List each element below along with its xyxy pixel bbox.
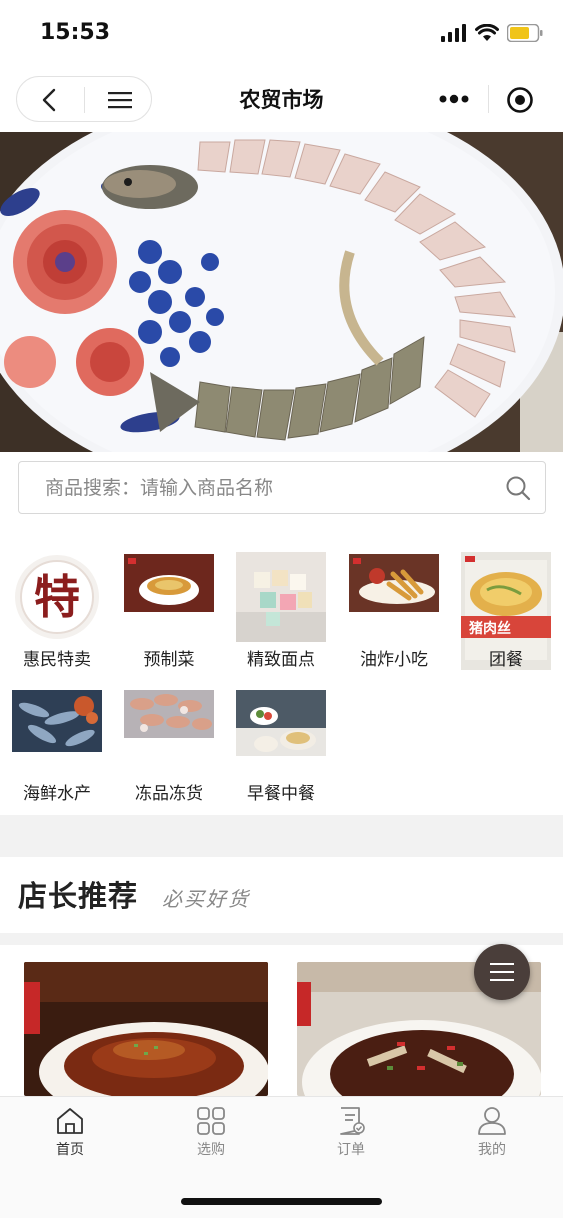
tab-shop[interactable]: 选购 [161, 1105, 261, 1159]
category-thumb [124, 552, 214, 642]
category-thumb [12, 688, 102, 778]
recommend-section-header: 店长推荐 必买好货 [0, 857, 563, 933]
category-label: 惠民特卖 [23, 650, 91, 670]
special-badge: 特 [34, 570, 80, 624]
home-icon [57, 1108, 83, 1134]
page-title: 农贸市场 [239, 88, 324, 112]
search-input[interactable] [19, 462, 489, 513]
more-icon[interactable] [436, 88, 472, 110]
category-label: 油炸小吃 [360, 650, 428, 670]
tab-label: 我的 [478, 1142, 506, 1158]
banner-illustration [0, 132, 563, 452]
status-icons [441, 24, 543, 42]
category-jingzhi-miandian[interactable]: 精致面点 [236, 552, 326, 670]
category-dongpin-donghuo[interactable]: 冻品冻货 [124, 688, 214, 804]
category-youzha-xiaochi[interactable]: 油炸小吃 [349, 552, 439, 670]
category-haixian-shuichan[interactable]: 海鲜水产 [12, 688, 102, 804]
section-divider-bottom [0, 933, 563, 945]
floating-menu-button[interactable] [474, 944, 530, 1000]
tab-orders[interactable]: 订单 [301, 1105, 401, 1159]
category-label: 精致面点 [247, 650, 315, 670]
category-label: 早餐中餐 [247, 784, 315, 804]
category-label: 团餐 [489, 650, 523, 670]
grid-icon [197, 1107, 225, 1135]
banner-image[interactable] [0, 132, 563, 452]
battery-icon [507, 24, 543, 42]
tab-label: 首页 [56, 1142, 84, 1158]
product-card-1[interactable] [24, 962, 268, 1096]
tab-home[interactable]: 首页 [20, 1105, 120, 1159]
search-bar[interactable] [18, 461, 546, 514]
category-label: 海鲜水产 [23, 784, 91, 804]
category-yuzhicai[interactable]: 预制菜 [124, 552, 214, 670]
order-icon [340, 1107, 365, 1135]
nav-bar: 农贸市场 [0, 68, 563, 130]
category-huimin-temai[interactable]: 特 惠民特卖 [12, 552, 102, 670]
product-pack-text: 猪肉丝 [468, 620, 511, 637]
status-bar: 15:53 [0, 0, 563, 68]
category-zaocan-zhongcan[interactable]: 早餐中餐 [236, 688, 326, 804]
close-miniprogram-icon[interactable] [505, 85, 535, 115]
floating-menu-line [490, 971, 514, 973]
category-thumb: 特 [12, 552, 102, 642]
tab-mine[interactable]: 我的 [442, 1105, 542, 1159]
section-divider [0, 815, 563, 857]
category-thumb [124, 688, 214, 778]
wifi-icon [475, 24, 499, 41]
section-subtitle: 必买好货 [162, 887, 250, 911]
category-label: 冻品冻货 [135, 784, 203, 804]
tab-label: 选购 [197, 1142, 225, 1158]
category-thumb [236, 688, 326, 778]
section-title: 店长推荐 [18, 879, 139, 913]
category-thumb [349, 552, 439, 642]
home-indicator [181, 1198, 382, 1205]
search-icon[interactable] [505, 475, 531, 501]
category-tuancan[interactable]: 猪肉丝 团餐 [461, 552, 551, 670]
category-label: 预制菜 [143, 650, 195, 670]
user-icon [478, 1107, 506, 1135]
nav-separator [488, 85, 489, 113]
floating-menu-line [490, 963, 514, 965]
status-time: 15:53 [40, 20, 111, 45]
floating-menu-line [490, 979, 514, 981]
category-thumb [236, 552, 326, 642]
product-image [24, 962, 268, 1096]
signal-icon [441, 24, 466, 42]
tab-label: 订单 [337, 1142, 365, 1158]
